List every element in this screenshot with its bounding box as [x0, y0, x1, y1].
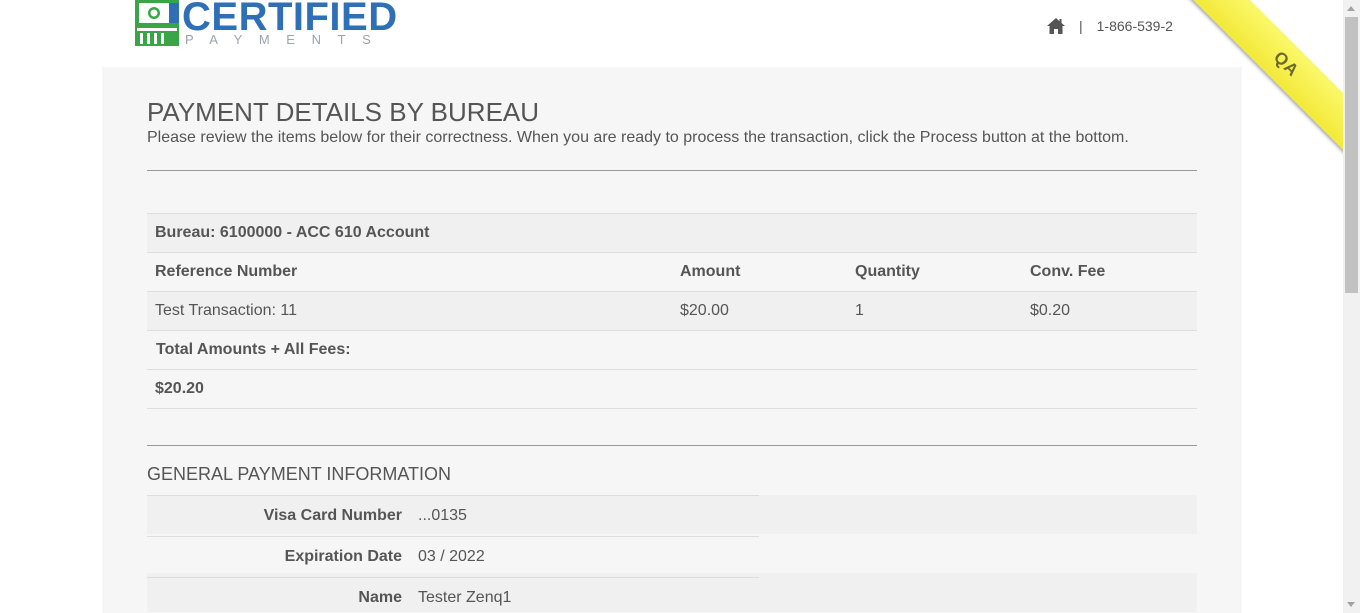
info-row-name: Name Tester Zenq1 — [147, 577, 759, 613]
page: CERTIFIED PAYMENTS | 1-866-539-2 QA PAYM… — [0, 0, 1360, 613]
column-header-reference: Reference Number — [147, 252, 672, 292]
expiration-date-label: Expiration Date — [147, 536, 418, 578]
table-row: Test Transaction: 11 $20.00 1 $0.20 — [147, 291, 1197, 331]
scroll-down-arrow-icon[interactable] — [1343, 596, 1360, 613]
table-row: Bureau: 6100000 - ACC 610 Account — [147, 213, 1197, 253]
vertical-scrollbar[interactable] — [1343, 0, 1360, 613]
scrollbar-thumb[interactable] — [1345, 17, 1358, 293]
bank-building-icon — [135, 0, 179, 46]
info-row-card: Visa Card Number ...0135 — [147, 495, 759, 537]
divider — [147, 445, 1197, 446]
phone-number-link[interactable]: 1-866-539-2 — [1097, 18, 1173, 34]
amount-cell: $20.00 — [672, 291, 847, 331]
home-icon[interactable] — [1046, 17, 1066, 35]
certified-payments-logo[interactable]: CERTIFIED PAYMENTS — [135, 0, 397, 48]
column-header-conv-fee: Conv. Fee — [1022, 252, 1197, 292]
bureau-heading: Bureau: 6100000 - ACC 610 Account — [147, 213, 1197, 253]
table-header-row: Reference Number Amount Quantity Conv. F… — [147, 252, 1197, 292]
card-number-label: Visa Card Number — [147, 495, 418, 537]
page-intro: Please review the items below for their … — [147, 129, 1129, 146]
name-value: Tester Zenq1 — [418, 577, 759, 613]
table-row: Total Amounts + All Fees: — [147, 330, 1197, 370]
total-value: $20.20 — [147, 369, 1197, 409]
total-label: Total Amounts + All Fees: — [147, 330, 1197, 370]
reference-cell: Test Transaction: 11 — [147, 291, 672, 331]
info-row-expiration: Expiration Date 03 / 2022 — [147, 536, 759, 578]
nav-separator: | — [1079, 18, 1083, 34]
card-number-value: ...0135 — [418, 495, 759, 537]
header-nav: | 1-866-539-2 — [1046, 16, 1173, 36]
column-header-amount: Amount — [672, 252, 847, 292]
scroll-up-arrow-icon[interactable] — [1343, 0, 1360, 17]
logo-tagline: PAYMENTS — [185, 32, 388, 47]
main-content: PAYMENT DETAILS BY BUREAU Please review … — [102, 67, 1242, 613]
conv-fee-cell: $0.20 — [1022, 291, 1197, 331]
column-header-quantity: Quantity — [847, 252, 1022, 292]
divider — [147, 170, 1197, 171]
page-title: PAYMENT DETAILS BY BUREAU — [147, 97, 540, 127]
quantity-cell: 1 — [847, 291, 1022, 331]
header: CERTIFIED PAYMENTS | 1-866-539-2 — [0, 0, 1343, 67]
section-title-general-info: GENERAL PAYMENT INFORMATION — [147, 464, 452, 484]
table-row: $20.20 — [147, 369, 1197, 409]
name-label: Name — [147, 577, 418, 613]
general-info-table: Visa Card Number ...0135 Expiration Date… — [147, 495, 759, 613]
expiration-date-value: 03 / 2022 — [418, 536, 759, 578]
bureau-table: Bureau: 6100000 - ACC 610 Account Refere… — [147, 213, 1197, 409]
